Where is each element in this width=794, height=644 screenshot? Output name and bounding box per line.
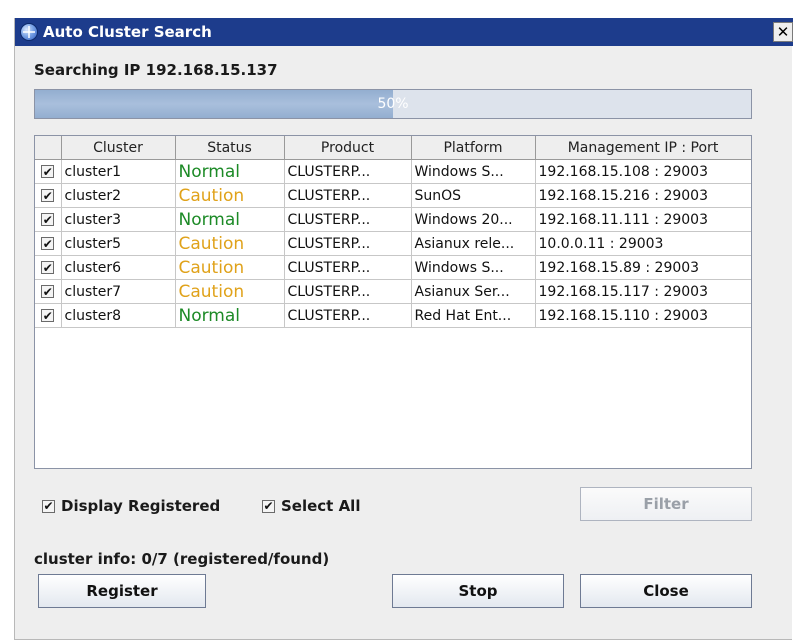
- display-registered-checkbox[interactable]: ✔: [42, 499, 55, 513]
- filter-button[interactable]: Filter: [580, 487, 752, 521]
- cluster-name-cell: cluster7: [61, 279, 176, 304]
- row-checkbox[interactable]: ✔: [41, 309, 55, 322]
- management-ip-cell: 192.168.15.108 : 29003: [535, 159, 751, 184]
- searching-ip-label: Searching IP 192.168.15.137: [34, 61, 278, 79]
- table-row[interactable]: ✔ cluster6 Caution CLUSTERP... Windows S... 1…: [35, 255, 751, 280]
- cluster-info-text: cluster info: 0/7 (registered/found): [34, 550, 330, 568]
- row-checkbox[interactable]: ✔: [41, 165, 55, 178]
- cluster-name-cell: cluster1: [61, 159, 176, 184]
- row-checkbox[interactable]: ✔: [41, 285, 55, 298]
- row-select-cell[interactable]: ✔: [35, 159, 62, 184]
- table-row[interactable]: ✔ cluster3 Normal CLUSTERP... Windows 20... 1…: [35, 207, 751, 232]
- cluster-name-cell: cluster2: [61, 183, 176, 208]
- row-checkbox[interactable]: ✔: [41, 189, 55, 202]
- close-button[interactable]: Close: [580, 574, 752, 608]
- management-ip-cell: 192.168.15.110 : 29003: [535, 303, 751, 328]
- product-cell: CLUSTERP...: [284, 303, 412, 328]
- column-header-status[interactable]: Status: [175, 136, 285, 160]
- globe-icon: [20, 23, 38, 41]
- product-cell: CLUSTERP...: [284, 159, 412, 184]
- management-ip-cell: 192.168.15.216 : 29003: [535, 183, 751, 208]
- platform-cell: Asianux rele...: [411, 231, 536, 256]
- product-cell: CLUSTERP...: [284, 207, 412, 232]
- platform-cell: Windows S...: [411, 159, 536, 184]
- management-ip-cell: 192.168.15.89 : 29003: [535, 255, 751, 280]
- display-registered-option[interactable]: ✔ Display Registered: [42, 497, 220, 515]
- column-header-cluster[interactable]: Cluster: [61, 136, 176, 160]
- progress-percent: 50%: [377, 96, 409, 112]
- product-cell: CLUSTERP...: [284, 255, 412, 280]
- platform-cell: Windows 20...: [411, 207, 536, 232]
- column-header-select[interactable]: [35, 136, 62, 160]
- column-header-management-ip[interactable]: Management IP : Port: [535, 136, 751, 160]
- row-select-cell[interactable]: ✔: [35, 303, 62, 328]
- platform-cell: Asianux Ser...: [411, 279, 536, 304]
- cluster-name-cell: cluster5: [61, 231, 176, 256]
- row-checkbox[interactable]: ✔: [41, 213, 55, 226]
- status-cell: Caution: [175, 279, 285, 304]
- management-ip-cell: 192.168.11.111 : 29003: [535, 207, 751, 232]
- status-cell: Caution: [175, 255, 285, 280]
- status-cell: Normal: [175, 207, 285, 232]
- table-row[interactable]: ✔ cluster1 Normal CLUSTERP... Windows S... 19…: [35, 159, 751, 184]
- row-select-cell[interactable]: ✔: [35, 183, 62, 208]
- table-row[interactable]: ✔ cluster7 Caution CLUSTERP... Asianux Ser..…: [35, 279, 751, 304]
- cluster-table[interactable]: Cluster Status Product Platform Manageme…: [34, 135, 752, 469]
- product-cell: CLUSTERP...: [284, 279, 412, 304]
- status-cell: Caution: [175, 183, 285, 208]
- window-title: Auto Cluster Search: [43, 23, 212, 41]
- table-row[interactable]: ✔ cluster8 Normal CLUSTERP... Red Hat Ent...…: [35, 303, 751, 328]
- row-select-cell[interactable]: ✔: [35, 207, 62, 232]
- select-all-option[interactable]: ✔ Select All: [262, 497, 360, 515]
- select-all-label: Select All: [281, 497, 361, 515]
- status-cell: Caution: [175, 231, 285, 256]
- row-checkbox[interactable]: ✔: [41, 261, 55, 274]
- close-icon[interactable]: ✕: [773, 22, 793, 42]
- management-ip-cell: 10.0.0.11 : 29003: [535, 231, 751, 256]
- row-select-cell[interactable]: ✔: [35, 255, 62, 280]
- cluster-name-cell: cluster8: [61, 303, 176, 328]
- row-checkbox[interactable]: ✔: [41, 237, 55, 250]
- column-header-platform[interactable]: Platform: [411, 136, 536, 160]
- register-button[interactable]: Register: [38, 574, 206, 608]
- progress-bar: 50%: [34, 89, 752, 119]
- platform-cell: SunOS: [411, 183, 536, 208]
- row-select-cell[interactable]: ✔: [35, 231, 62, 256]
- cluster-name-cell: cluster6: [61, 255, 176, 280]
- stop-button[interactable]: Stop: [392, 574, 564, 608]
- management-ip-cell: 192.168.15.117 : 29003: [535, 279, 751, 304]
- product-cell: CLUSTERP...: [284, 231, 412, 256]
- table-row[interactable]: ✔ cluster2 Caution CLUSTERP... SunOS 192.168.…: [35, 183, 751, 208]
- table-header: Cluster Status Product Platform Manageme…: [35, 136, 751, 160]
- status-cell: Normal: [175, 303, 285, 328]
- product-cell: CLUSTERP...: [284, 183, 412, 208]
- status-cell: Normal: [175, 159, 285, 184]
- column-header-product[interactable]: Product: [284, 136, 412, 160]
- select-all-checkbox[interactable]: ✔: [262, 499, 275, 513]
- display-registered-label: Display Registered: [61, 497, 221, 515]
- row-select-cell[interactable]: ✔: [35, 279, 62, 304]
- cluster-name-cell: cluster3: [61, 207, 176, 232]
- table-row[interactable]: ✔ cluster5 Caution CLUSTERP... Asianux rele.…: [35, 231, 751, 256]
- title-bar[interactable]: Auto Cluster Search ✕: [15, 18, 793, 46]
- platform-cell: Windows S...: [411, 255, 536, 280]
- platform-cell: Red Hat Ent...: [411, 303, 536, 328]
